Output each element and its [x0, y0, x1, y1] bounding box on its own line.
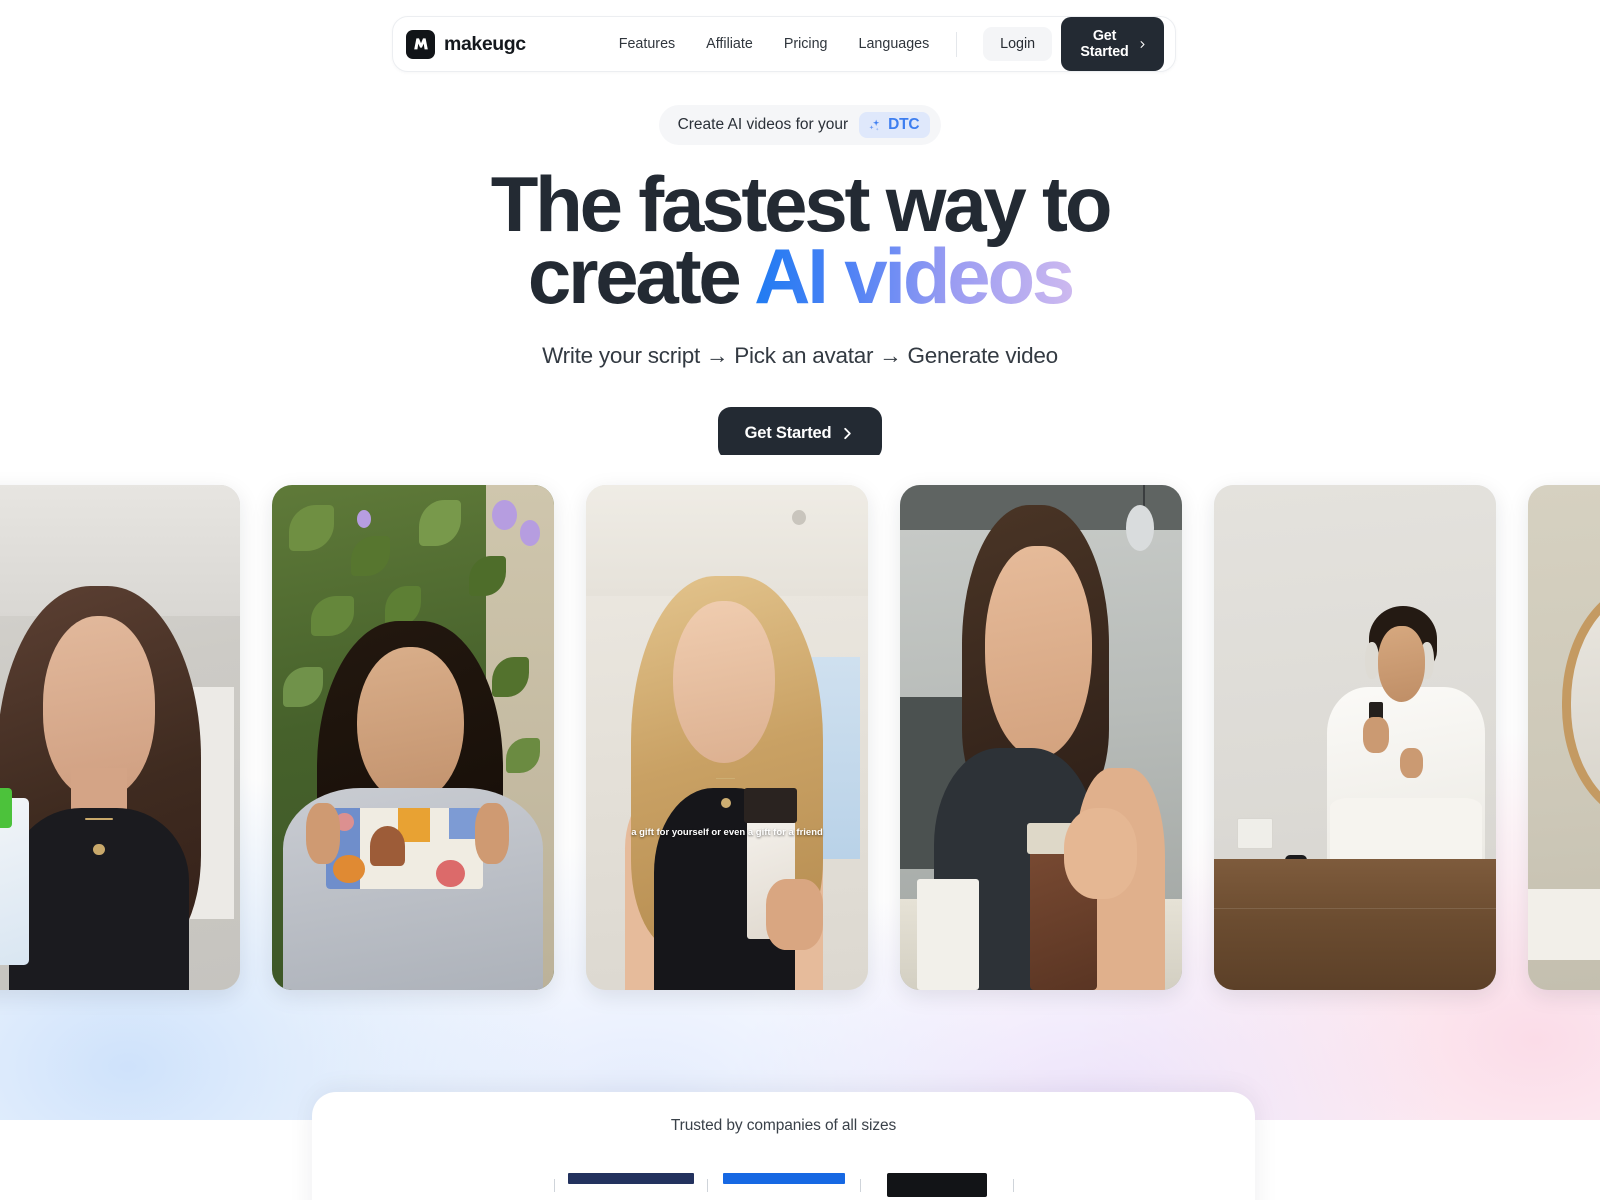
video-card[interactable] — [1528, 485, 1600, 990]
nav-actions: Login Get Started — [983, 17, 1164, 71]
video-card[interactable] — [1214, 485, 1496, 990]
nav-link-affiliate[interactable]: Affiliate — [706, 36, 753, 52]
hero-section: Create AI videos for your DTC The fastes… — [0, 105, 1600, 460]
chevron-right-icon — [844, 427, 852, 439]
logo-divider — [1012, 1179, 1014, 1192]
navbar-get-started-label: Get Started — [1080, 28, 1129, 60]
page-title: The fastest way to create AI videos — [0, 165, 1600, 315]
login-button[interactable]: Login — [983, 27, 1053, 61]
video-carousel[interactable]: a gift for yourself or even a gift for a… — [0, 455, 1600, 1120]
video-card[interactable] — [272, 485, 554, 990]
hero-get-started-button[interactable]: Get Started — [717, 406, 883, 460]
video-card[interactable]: a gift for yourself or even a gift for a… — [586, 485, 868, 990]
hero-eyebrow-badge: Create AI videos for your DTC — [658, 105, 942, 145]
hero-eyebrow-chip[interactable]: DTC — [859, 112, 931, 138]
navbar: makeugc Features Affiliate Pricing Langu… — [392, 16, 1176, 72]
brand-logo[interactable]: makeugc — [406, 29, 526, 59]
nav-link-pricing[interactable]: Pricing — [784, 36, 828, 52]
landing-page: makeugc Features Affiliate Pricing Langu… — [0, 0, 1600, 1200]
video-card[interactable] — [900, 485, 1182, 990]
trusted-by-title: Trusted by companies of all sizes — [670, 1117, 897, 1134]
nav-link-languages[interactable]: Languages — [859, 36, 930, 52]
nav-link-features[interactable]: Features — [619, 36, 675, 52]
headline-line-2-plain: create — [527, 231, 755, 320]
company-logo-2 — [708, 1173, 860, 1200]
hero-eyebrow-text: Create AI videos for your — [677, 116, 849, 133]
company-logo-1 — [555, 1173, 707, 1200]
video-card[interactable] — [0, 485, 240, 990]
company-logo-3 — [861, 1173, 1013, 1200]
chevron-right-icon — [1140, 40, 1145, 48]
hero-subheadline: Write your script → Pick an avatar → Gen… — [542, 342, 1058, 368]
brand-name: makeugc — [444, 32, 526, 55]
video-thumbnail — [1214, 485, 1496, 990]
navbar-get-started-button[interactable]: Get Started — [1061, 17, 1164, 71]
headline-line-2-gradient: AI videos — [754, 231, 1075, 320]
video-thumbnail — [0, 485, 240, 990]
makeugc-logo-icon — [406, 29, 435, 59]
company-logo-row — [312, 1173, 1255, 1200]
hero-get-started-label: Get Started — [744, 423, 832, 442]
hero-eyebrow-chip-label: DTC — [888, 116, 920, 133]
carousel-track[interactable]: a gift for yourself or even a gift for a… — [0, 485, 1600, 990]
video-thumbnail — [1528, 485, 1600, 990]
video-caption: a gift for yourself or even a gift for a… — [631, 827, 823, 839]
nav-divider — [956, 31, 958, 57]
sparkle-icon — [869, 119, 880, 131]
video-thumbnail — [900, 485, 1182, 990]
hero-cta-wrap: Get Started — [0, 406, 1600, 460]
video-thumbnail — [272, 485, 554, 990]
video-thumbnail — [586, 485, 868, 990]
trusted-by-panel: Trusted by companies of all sizes — [312, 1092, 1255, 1200]
nav-links: Features Affiliate Pricing Languages — [619, 36, 930, 52]
